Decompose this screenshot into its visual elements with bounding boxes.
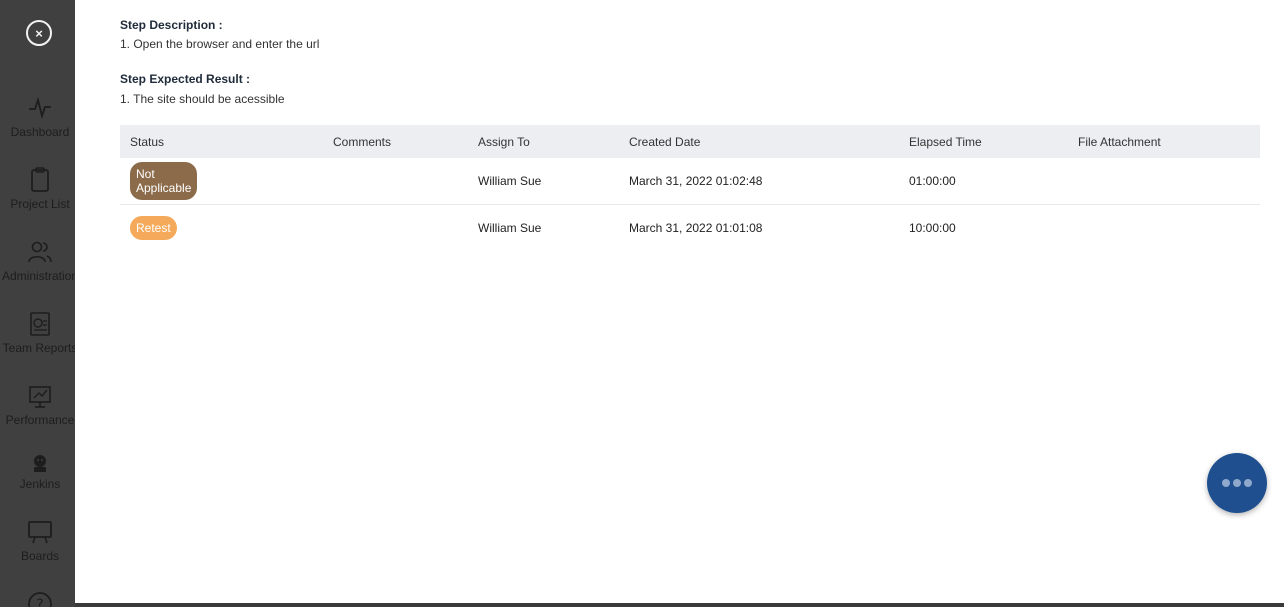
table-row: Not Applicable William Sue March 31, 202… — [120, 158, 1260, 205]
sidebar-item-administration[interactable]: Administration — [0, 238, 75, 283]
report-icon — [30, 312, 50, 336]
status-badge: Not Applicable — [130, 162, 198, 200]
cell-assign-to: William Sue — [478, 221, 542, 235]
step-expected-title: Step Expected Result : — [120, 72, 251, 86]
cell-created-date: March 31, 2022 01:01:08 — [629, 221, 763, 235]
jenkins-icon — [34, 455, 46, 472]
cell-assign-to: William Sue — [478, 174, 542, 188]
header-comments: Comments — [333, 134, 392, 149]
header-assign-to: Assign To — [478, 134, 530, 149]
sidebar-item-label: Dashboard — [10, 125, 70, 139]
board-icon — [28, 521, 52, 544]
step-description-text: 1. Open the browser and enter the url — [120, 37, 320, 51]
more-dots-icon — [1222, 479, 1252, 487]
step-description-title: Step Description : — [120, 18, 223, 32]
more-options-button[interactable] — [1207, 453, 1267, 513]
cell-elapsed-time: 10:00:00 — [909, 221, 956, 235]
sidebar-item-label: Boards — [20, 549, 60, 563]
cell-elapsed-time: 01:00:00 — [909, 174, 956, 188]
clipboard-icon — [31, 167, 49, 192]
sidebar-item-label: Administration — [1, 269, 75, 283]
sidebar-item-dashboard[interactable]: Dashboard — [0, 94, 75, 139]
sidebar: × Dashboard Project List Administration … — [0, 0, 75, 607]
sidebar-item-boards[interactable]: Boards — [0, 518, 75, 563]
execution-history-table: Status Comments Assign To Created Date E… — [120, 125, 1260, 251]
table-header: Status Comments Assign To Created Date E… — [120, 125, 1260, 158]
close-icon: × — [35, 25, 43, 41]
performance-icon — [29, 386, 51, 408]
sidebar-item-label: Performance — [5, 413, 75, 427]
status-badge: Retest — [130, 216, 177, 240]
sidebar-item-label: Jenkins — [19, 477, 61, 491]
header-elapsed-time: Elapsed Time — [909, 134, 982, 149]
sidebar-item-team-reports[interactable]: Team Reports — [0, 310, 75, 355]
header-status: Status — [130, 134, 165, 149]
header-created-date: Created Date — [629, 134, 701, 149]
test-step-panel: Step Description : 1. Open the browser a… — [75, 0, 1284, 603]
help-icon: ? — [28, 592, 52, 607]
step-expected-text: 1. The site should be acessible — [120, 92, 285, 106]
users-icon — [28, 241, 52, 263]
cell-created-date: March 31, 2022 01:02:48 — [629, 174, 763, 188]
sidebar-item-performance[interactable]: Performance — [0, 382, 75, 427]
table-row: Retest William Sue March 31, 2022 01:01:… — [120, 205, 1260, 251]
close-button[interactable]: × — [26, 20, 52, 46]
sidebar-item-label: Project List — [10, 197, 70, 211]
sidebar-item-help[interactable]: ? — [0, 590, 75, 607]
sidebar-item-project-list[interactable]: Project List — [0, 166, 75, 211]
svg-text:?: ? — [36, 597, 43, 607]
pulse-icon — [29, 96, 51, 120]
header-file-attachment: File Attachment — [1078, 134, 1161, 149]
sidebar-item-label: Team Reports — [2, 341, 75, 355]
sidebar-item-jenkins[interactable]: Jenkins — [0, 452, 75, 491]
